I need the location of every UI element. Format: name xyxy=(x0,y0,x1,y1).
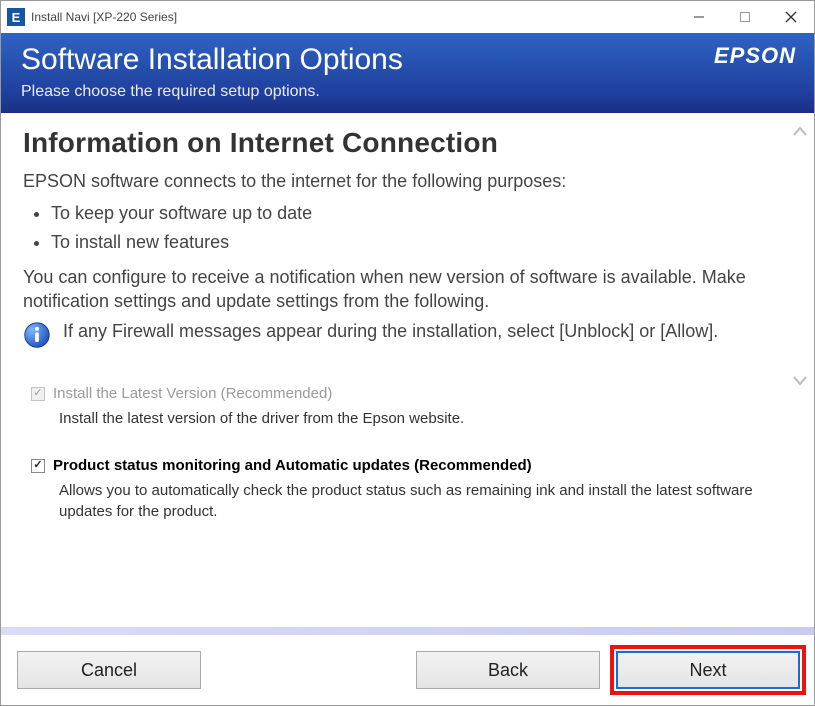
info-icon xyxy=(23,321,51,349)
next-button-highlight: Next xyxy=(610,645,806,695)
next-button[interactable]: Next xyxy=(616,651,800,689)
option-head: ✓ Product status monitoring and Automati… xyxy=(31,457,788,474)
maximize-icon xyxy=(739,11,751,23)
checkbox-status-monitoring[interactable]: ✓ xyxy=(31,459,45,473)
list-item: To keep your software up to date xyxy=(51,199,788,228)
window-controls xyxy=(676,1,814,33)
option-status-monitoring: ✓ Product status monitoring and Automati… xyxy=(31,457,788,522)
window: E Install Navi [XP-220 Series] Software … xyxy=(0,0,815,706)
info-purposes-list: To keep your software up to date To inst… xyxy=(23,199,788,257)
checkbox-install-latest: ✓ xyxy=(31,387,45,401)
info-intro: EPSON software connects to the internet … xyxy=(23,169,788,193)
back-button[interactable]: Back xyxy=(416,651,600,689)
footer-separator xyxy=(1,627,814,635)
maximize-button[interactable] xyxy=(722,1,768,33)
footer: Cancel Back Next xyxy=(1,627,814,705)
content: Information on Internet Connection EPSON… xyxy=(1,113,814,705)
list-item: To install new features xyxy=(51,228,788,257)
window-title: Install Navi [XP-220 Series] xyxy=(31,10,177,24)
page-title: Software Installation Options xyxy=(21,43,794,77)
close-icon xyxy=(785,11,797,23)
titlebar: E Install Navi [XP-220 Series] xyxy=(1,1,814,33)
page-subtitle: Please choose the required setup options… xyxy=(21,83,794,101)
option-head: ✓ Install the Latest Version (Recommende… xyxy=(31,385,788,402)
firewall-note-text: If any Firewall messages appear during t… xyxy=(63,321,718,342)
section-title: Information on Internet Connection xyxy=(23,127,788,159)
brand-logo: EPSON xyxy=(714,43,796,69)
option-desc: Install the latest version of the driver… xyxy=(59,408,788,429)
header: Software Installation Options Please cho… xyxy=(1,33,814,113)
scroll-down-icon[interactable] xyxy=(792,371,808,392)
info-panel: Information on Internet Connection EPSON… xyxy=(1,113,814,359)
info-configure-text: You can configure to receive a notificat… xyxy=(23,265,788,314)
option-install-latest: ✓ Install the Latest Version (Recommende… xyxy=(31,385,788,429)
option-label: Product status monitoring and Automatic … xyxy=(53,457,532,474)
button-bar: Cancel Back Next xyxy=(1,635,814,705)
minimize-icon xyxy=(693,11,705,23)
option-desc: Allows you to automatically check the pr… xyxy=(59,480,788,522)
app-icon: E xyxy=(7,8,25,26)
options-panel: ✓ Install the Latest Version (Recommende… xyxy=(1,359,814,627)
option-label: Install the Latest Version (Recommended) xyxy=(53,385,332,402)
scroll-up-icon[interactable] xyxy=(792,121,808,142)
close-button[interactable] xyxy=(768,1,814,33)
cancel-button[interactable]: Cancel xyxy=(17,651,201,689)
minimize-button[interactable] xyxy=(676,1,722,33)
firewall-note: If any Firewall messages appear during t… xyxy=(23,321,788,349)
